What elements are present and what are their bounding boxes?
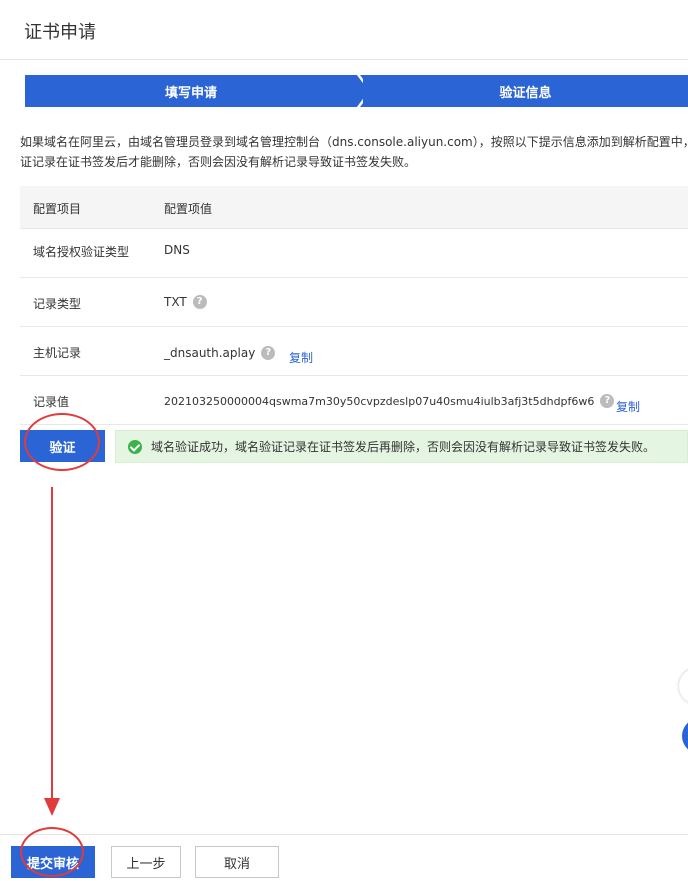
notice-line-2: 证记录在证书签发后才能删除，否则会因没有解析记录导致证书签发失败。 [20,155,417,169]
row-key: 记录类型 [33,297,82,311]
row-value: TXT ? [164,295,207,309]
success-message-bar: 域名验证成功，域名验证记录在证书签发后再删除，否则会因没有解析记录导致证书签发失… [115,430,688,463]
question-circle-icon[interactable]: ? [261,346,276,360]
copy-host-record-link[interactable]: 复制 [289,349,313,366]
row-value: _dnsauth.aplay ? [164,346,276,360]
step-verify-info: 验证信息 [363,75,688,107]
row-key: 主机记录 [33,346,82,360]
table-header: 配置项目 配置项值 [20,186,688,229]
side-float-widget[interactable] [679,668,688,704]
cancel-button[interactable]: 取消 [195,846,279,878]
success-message-text: 域名验证成功，域名验证记录在证书签发后再删除，否则会因没有解析记录导致证书签发失… [151,440,656,454]
row-value-text: DNS [164,243,190,257]
table-row: 记录值 202103250000004qswma7m30y50cvpzdeslp… [20,376,688,425]
row-value: DNS [164,243,190,257]
table-row: 域名授权验证类型 DNS [20,229,688,278]
row-value-text: TXT [164,295,187,309]
annotation-circle-submit [20,827,84,877]
annotation-arrow-line [51,487,53,802]
step-fill-application: 填写申请 [25,75,357,107]
table-row: 记录类型 TXT ? [20,278,688,327]
table-row: 主机记录 _dnsauth.aplay ? 复制 [20,327,688,376]
side-float-widget-blue[interactable] [682,718,688,754]
row-value: 202103250000004qswma7m30y50cvpzdeslp07u4… [164,394,615,408]
notice-line-1: 如果域名在阿里云，由域名管理员登录到域名管理控制台（dns.console.al… [20,135,688,149]
row-key: 记录值 [33,395,70,409]
dns-notice: 如果域名在阿里云，由域名管理员登录到域名管理控制台（dns.console.al… [20,132,688,172]
header-key: 配置项目 [33,202,82,216]
row-value-text: 202103250000004qswma7m30y50cvpzdeslp07u4… [164,394,595,408]
copy-record-value-link[interactable]: 复制 [616,398,640,415]
step-progress: 填写申请 验证信息 [25,75,688,107]
previous-step-button[interactable]: 上一步 [111,846,181,878]
annotation-circle-verify [24,413,100,471]
config-table: 配置项目 配置项值 域名授权验证类型 DNS 记录类型 TXT ? 主机记录 _… [20,186,688,425]
question-circle-icon[interactable]: ? [600,394,615,408]
check-circle-icon [128,439,142,454]
question-circle-icon[interactable]: ? [192,295,207,309]
title-bar: 证书申请 [0,0,688,60]
page-title: 证书申请 [24,22,96,43]
header-value: 配置项值 [164,202,213,216]
row-value-text: _dnsauth.aplay [164,346,256,360]
footer-bar: 提交审核 上一步 取消 [0,834,688,881]
row-key: 域名授权验证类型 [33,245,130,259]
annotation-arrow-head [44,798,60,816]
